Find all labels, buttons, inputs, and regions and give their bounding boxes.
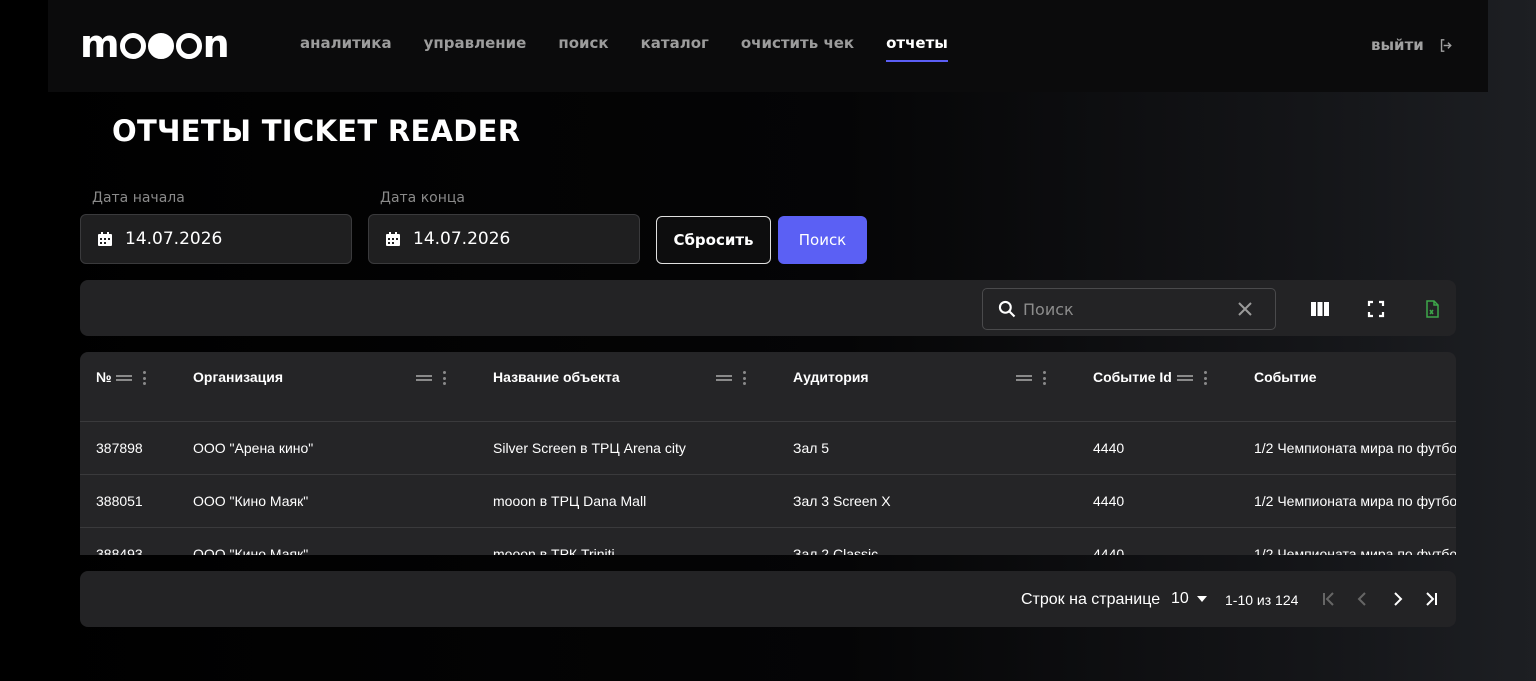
start-date-field[interactable]: 14.07.2026 xyxy=(80,214,352,264)
table-search[interactable] xyxy=(982,288,1276,330)
cell-object-name: mooon в ТРЦ Dana Mall xyxy=(493,493,647,509)
table-row[interactable]: 387898 ООО "Арена кино" Silver Screen в … xyxy=(80,422,1456,475)
column-menu-icon[interactable] xyxy=(1042,371,1046,385)
column-menu-icon[interactable] xyxy=(442,371,446,385)
cell-auditorium: Зал 5 xyxy=(793,440,830,456)
search-button[interactable]: Поиск xyxy=(778,216,867,264)
excel-export-icon[interactable] xyxy=(1422,299,1442,319)
search-icon xyxy=(998,300,1016,318)
nav-analytics[interactable]: аналитика xyxy=(300,34,392,62)
cell-auditorium: Зал 3 Screen X xyxy=(793,493,891,509)
prev-page-icon[interactable] xyxy=(1354,590,1372,608)
drag-handle-icon[interactable] xyxy=(116,375,132,381)
rows-per-page-label: Строк на странице xyxy=(1021,591,1161,608)
reset-button[interactable]: Сбросить xyxy=(656,216,771,264)
cell-auditorium: Зал 2 Classic xyxy=(793,546,879,555)
nav-management[interactable]: управление xyxy=(424,34,527,62)
end-date-value: 14.07.2026 xyxy=(413,229,511,249)
search-input[interactable] xyxy=(1023,299,1223,319)
cell-organization: ООО "Кино Маяк" xyxy=(193,546,309,555)
cell-object-name: Silver Screen в ТРЦ Arena city xyxy=(493,440,686,456)
caret-down-icon xyxy=(1196,596,1207,602)
end-date-field[interactable]: 14.07.2026 xyxy=(368,214,640,264)
cell-event-id: 4440 xyxy=(1093,493,1125,509)
nav-clear-receipt[interactable]: очистить чек xyxy=(741,34,854,62)
column-header-object-name[interactable]: Название объекта xyxy=(493,369,620,385)
cell-number: 387898 xyxy=(96,440,143,456)
logout-label: выйти xyxy=(1371,36,1424,54)
column-header-organization[interactable]: Организация xyxy=(193,369,283,385)
calendar-icon xyxy=(386,232,400,246)
rows-per-page-value: 10 xyxy=(1171,590,1189,607)
next-page-icon[interactable] xyxy=(1388,590,1406,608)
mooon-logo[interactable]: mn xyxy=(80,22,230,66)
column-menu-icon[interactable] xyxy=(142,371,146,385)
drag-handle-icon[interactable] xyxy=(1016,375,1032,381)
column-menu-icon[interactable] xyxy=(742,371,746,385)
pagination-bar: Строк на странице 10 1-10 из 124 xyxy=(80,571,1456,627)
cell-event-id: 4440 xyxy=(1093,440,1125,456)
last-page-icon[interactable] xyxy=(1422,590,1440,608)
rows-per-page-select[interactable]: 10 xyxy=(1171,590,1207,608)
cell-event: 1/2 Чемпионата мира по футбо xyxy=(1254,493,1456,509)
logout-icon xyxy=(1440,38,1452,52)
columns-icon[interactable] xyxy=(1310,299,1330,319)
cell-event: 1/2 Чемпионата мира по футбо xyxy=(1254,440,1456,456)
fullscreen-icon[interactable] xyxy=(1366,299,1386,319)
table-row[interactable]: 388493 ООО "Кино Маяк" mooon в ТРК Trini… xyxy=(80,528,1456,555)
first-page-icon[interactable] xyxy=(1320,590,1338,608)
calendar-icon xyxy=(98,232,112,246)
start-date-label: Дата начала xyxy=(92,190,185,206)
table-toolbar xyxy=(80,280,1456,336)
end-date-label: Дата конца xyxy=(380,190,465,206)
main-nav: аналитика управление поиск каталог очист… xyxy=(300,34,980,62)
column-header-number[interactable]: № xyxy=(96,369,112,385)
nav-catalog[interactable]: каталог xyxy=(641,34,709,62)
cell-event: 1/2 Чемпионата мира по футбо xyxy=(1254,546,1456,555)
cell-organization: ООО "Арена кино" xyxy=(193,440,314,456)
nav-search[interactable]: поиск xyxy=(558,34,608,62)
drag-handle-icon[interactable] xyxy=(1177,375,1193,381)
cell-organization: ООО "Кино Маяк" xyxy=(193,493,309,509)
nav-reports[interactable]: отчеты xyxy=(886,34,948,62)
logout-button[interactable]: выйти xyxy=(1371,36,1455,54)
column-header-auditorium[interactable]: Аудитория xyxy=(793,369,869,385)
close-icon[interactable] xyxy=(1237,301,1253,317)
start-date-value: 14.07.2026 xyxy=(125,229,223,249)
cell-event-id: 4440 xyxy=(1093,546,1125,555)
table-row[interactable]: 388051 ООО "Кино Маяк" mooon в ТРЦ Dana … xyxy=(80,475,1456,528)
drag-handle-icon[interactable] xyxy=(416,375,432,381)
column-header-event-id[interactable]: Событие Id xyxy=(1093,369,1172,385)
pagination-range: 1-10 из 124 xyxy=(1225,592,1299,608)
reports-table: № Организация Название объекта Аудитория… xyxy=(80,352,1456,555)
page-title: ОТЧЕТЫ TICKET READER xyxy=(112,114,521,148)
drag-handle-icon[interactable] xyxy=(716,375,732,381)
cell-object-name: mooon в ТРК Triniti xyxy=(493,546,615,555)
cell-number: 388493 xyxy=(96,546,143,555)
cell-number: 388051 xyxy=(96,493,143,509)
table-header: № Организация Название объекта Аудитория… xyxy=(80,352,1456,422)
column-menu-icon[interactable] xyxy=(1203,371,1207,385)
column-header-event[interactable]: Событие xyxy=(1254,369,1317,385)
